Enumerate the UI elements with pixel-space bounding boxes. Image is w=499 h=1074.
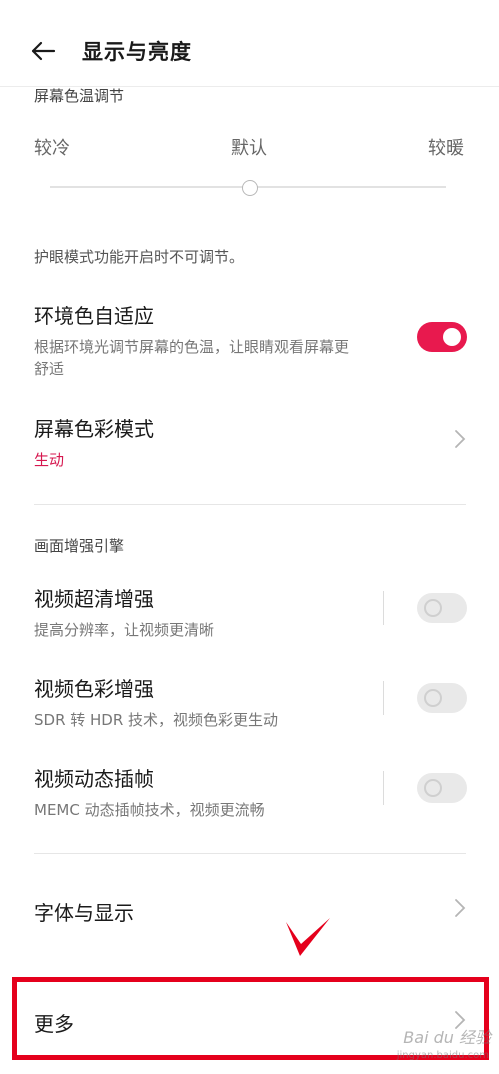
eye-care-note: 护眼模式功能开启时不可调节。 bbox=[34, 248, 245, 266]
toggle-knob bbox=[424, 779, 442, 797]
color-mode-value: 生动 bbox=[34, 451, 65, 469]
toggle-knob bbox=[424, 689, 442, 707]
video-super-res-toggle[interactable] bbox=[417, 593, 467, 623]
color-temp-slider-thumb[interactable] bbox=[242, 180, 258, 196]
adaptive-color-title: 环境色自适应 bbox=[34, 304, 154, 328]
default-label: 默认 bbox=[231, 138, 267, 159]
adaptive-color-toggle[interactable] bbox=[417, 322, 467, 352]
chevron-right-icon bbox=[455, 899, 466, 917]
video-frame-interp-row[interactable]: 视频动态插帧 MEMC 动态插帧技术，视频更流畅 bbox=[0, 755, 499, 825]
toggle-knob bbox=[424, 599, 442, 617]
adaptive-color-desc-line2: 舒适 bbox=[34, 360, 65, 378]
chevron-right-icon bbox=[455, 430, 466, 448]
vertical-divider bbox=[383, 681, 384, 715]
baidu-watermark: Bai du 经验 jingyan.baidu.com bbox=[380, 1020, 495, 1072]
section-divider bbox=[34, 853, 466, 854]
page-title: 显示与亮度 bbox=[82, 40, 192, 64]
back-arrow-icon[interactable] bbox=[30, 40, 56, 62]
font-display-row[interactable]: 字体与显示 bbox=[0, 880, 499, 940]
toggle-knob bbox=[443, 328, 461, 346]
vertical-divider bbox=[383, 771, 384, 805]
color-temp-section-label: 屏幕色温调节 bbox=[34, 87, 125, 105]
adaptive-color-desc-line1: 根据环境光调节屏幕的色温，让眼睛观看屏幕更 bbox=[34, 338, 350, 356]
video-super-res-desc: 提高分辨率，让视频更清晰 bbox=[34, 621, 215, 639]
video-color-enhance-row[interactable]: 视频色彩增强 SDR 转 HDR 技术，视频色彩更生动 bbox=[0, 665, 499, 735]
cool-label: 较冷 bbox=[34, 138, 70, 159]
app-header: 显示与亮度 bbox=[0, 0, 499, 87]
video-color-enhance-desc: SDR 转 HDR 技术，视频色彩更生动 bbox=[34, 711, 279, 729]
font-display-title: 字体与显示 bbox=[34, 901, 134, 925]
warm-label: 较暖 bbox=[428, 138, 464, 159]
video-color-enhance-title: 视频色彩增强 bbox=[34, 677, 154, 701]
watermark-text: Bai du 经验 bbox=[403, 1028, 491, 1047]
color-mode-row[interactable]: 屏幕色彩模式 生动 bbox=[0, 405, 499, 475]
adaptive-color-row[interactable]: 环境色自适应 根据环境光调节屏幕的色温，让眼睛观看屏幕更 舒适 bbox=[0, 292, 499, 382]
vertical-divider bbox=[383, 591, 384, 625]
watermark-url: jingyan.baidu.com bbox=[396, 1050, 489, 1061]
video-frame-interp-toggle[interactable] bbox=[417, 773, 467, 803]
section-divider bbox=[34, 504, 466, 505]
video-color-enhance-toggle[interactable] bbox=[417, 683, 467, 713]
engine-section-label: 画面增强引擎 bbox=[34, 537, 125, 555]
video-super-res-row[interactable]: 视频超清增强 提高分辨率，让视频更清晰 bbox=[0, 575, 499, 645]
video-frame-interp-title: 视频动态插帧 bbox=[34, 767, 154, 791]
video-frame-interp-desc: MEMC 动态插帧技术，视频更流畅 bbox=[34, 801, 265, 819]
annotation-check-icon bbox=[286, 918, 330, 956]
color-mode-title: 屏幕色彩模式 bbox=[34, 417, 154, 441]
video-super-res-title: 视频超清增强 bbox=[34, 587, 154, 611]
